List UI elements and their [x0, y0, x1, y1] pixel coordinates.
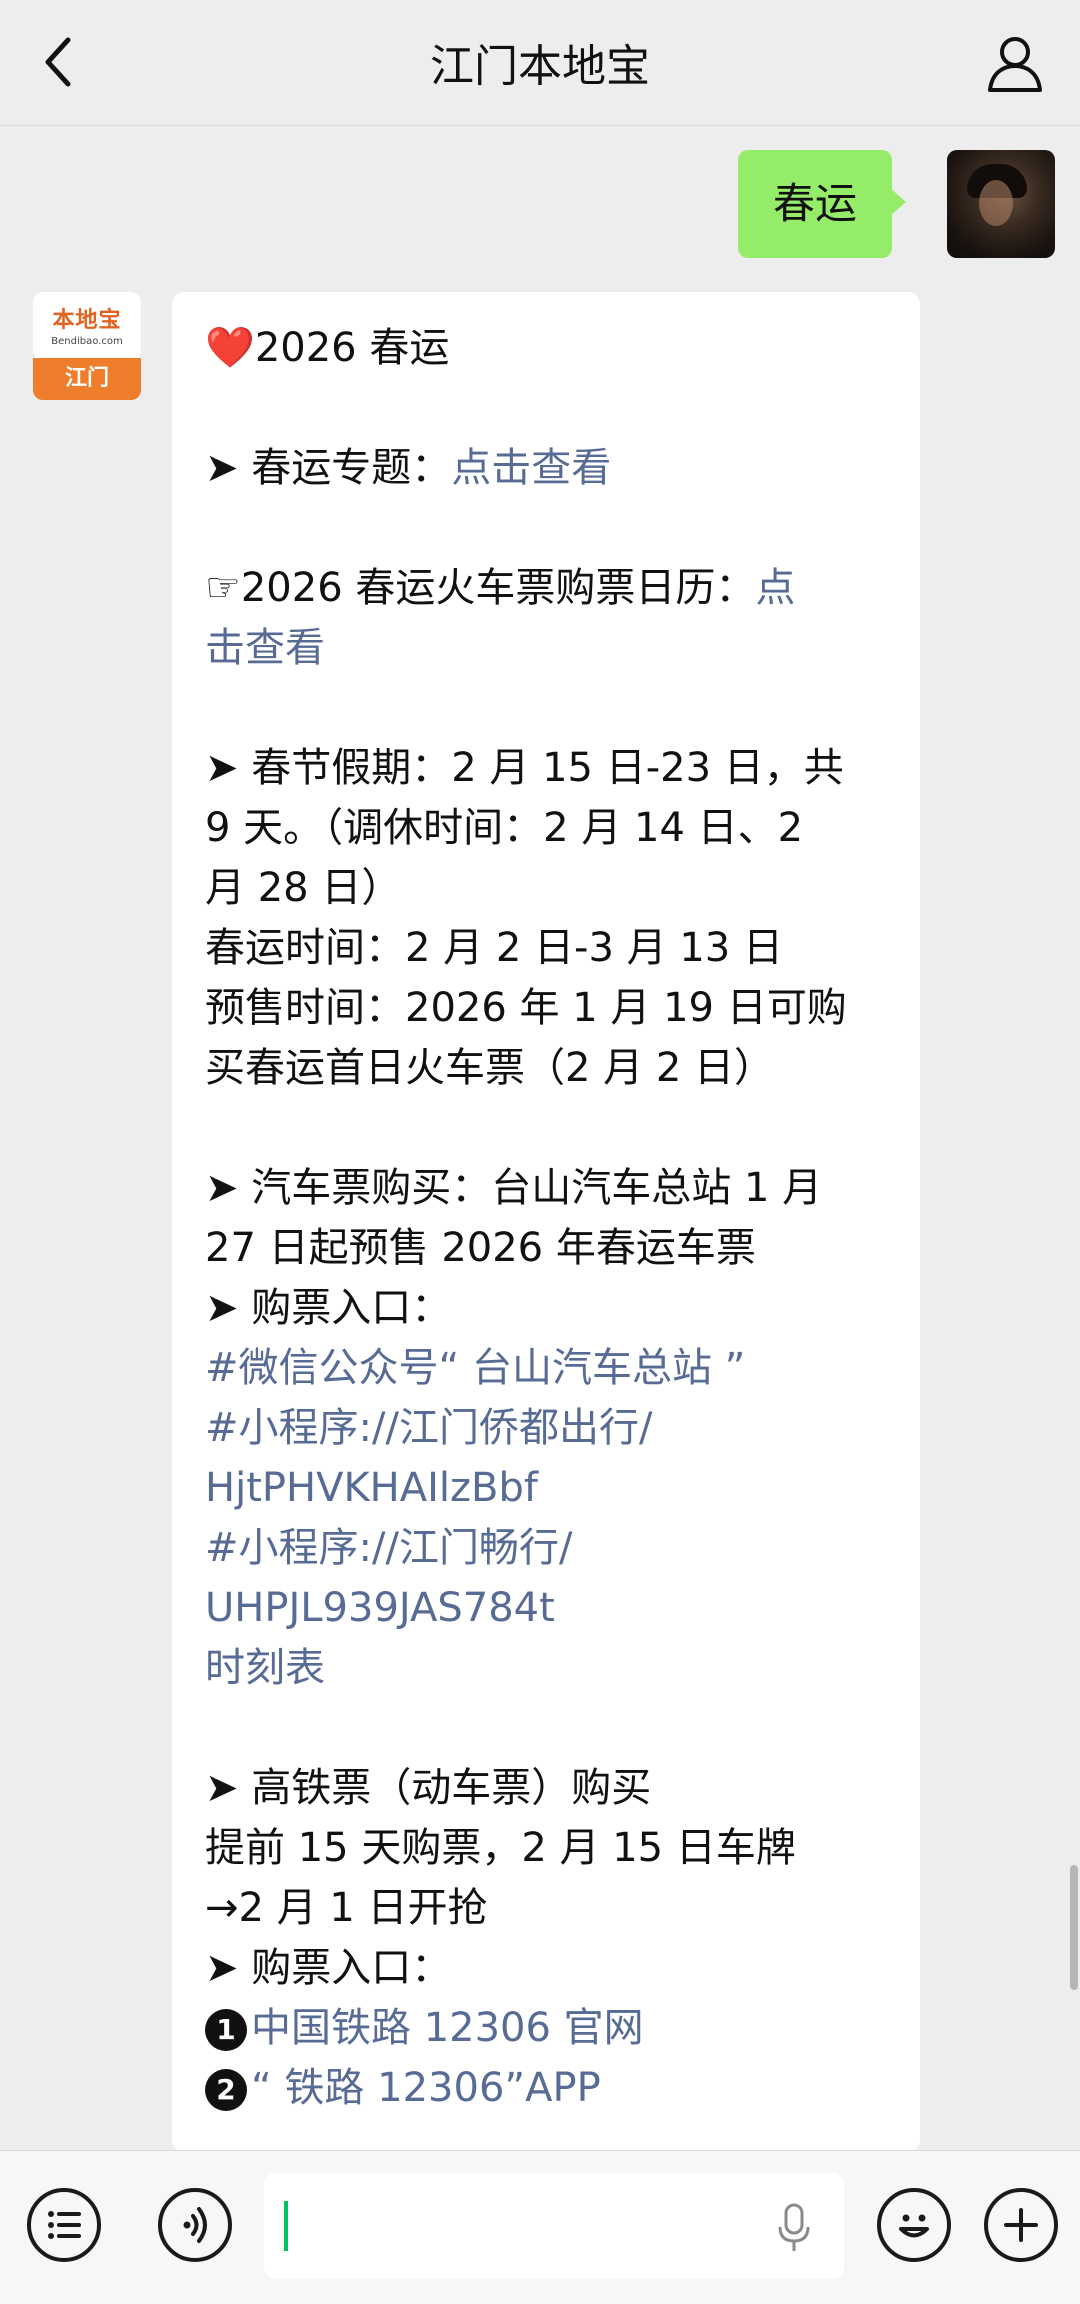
presale-line: 买春运首日火车票（2 月 2 日） — [205, 1045, 775, 1091]
holiday-line: ➤ 春节假期：2 月 15 日-23 日，共 — [205, 745, 844, 791]
list-icon — [48, 2211, 81, 2239]
topic-label: ➤ 春运专题： — [205, 445, 452, 491]
heart-icon: ❤️ — [205, 325, 255, 371]
spring-travel-period: 春运时间：2 月 2 日-3 月 13 日 — [205, 925, 783, 971]
menu-button[interactable] — [27, 2188, 101, 2262]
message-input[interactable] — [264, 2173, 844, 2279]
calendar-link-cont[interactable]: 击查看 — [205, 625, 325, 671]
message-line: ❤️2026 春运 — [205, 318, 895, 378]
rail-entry-label: ➤ 购票入口： — [205, 1945, 452, 1991]
chat-title: 江门本地宝 — [430, 41, 650, 92]
profile-icon[interactable] — [980, 28, 1050, 98]
message-line: 1 中国铁路 12306 官网 — [205, 1998, 895, 2058]
bot-avatar[interactable]: 本地宝 Bendibao.com 江门 — [33, 292, 141, 400]
text-cursor — [284, 2201, 288, 2251]
message-line: ☞2026 春运火车票购票日历：点 — [205, 558, 895, 618]
plus-icon — [1004, 2208, 1038, 2242]
message-line: 击查看 — [205, 618, 895, 678]
message-line: 2 “ 铁路 12306”APP — [205, 2058, 895, 2118]
message-content: ❤️2026 春运 ➤ 春运专题：点击查看 ☞2026 春运火车票购票日历：点 … — [205, 318, 895, 2118]
miniprogram-link-changxing-code[interactable]: UHPJL939JAS784t — [205, 1578, 895, 1638]
outgoing-message-bubble[interactable]: 春运 — [737, 150, 907, 258]
bot-avatar-brand: 本地宝 — [52, 308, 122, 333]
bot-avatar-city: 江门 — [33, 358, 141, 400]
incoming-message-bubble[interactable]: ❤️2026 春运 ➤ 春运专题：点击查看 ☞2026 春运火车票购票日历：点 … — [172, 292, 920, 2152]
calendar-label: ☞2026 春运火车票购票日历： — [205, 565, 756, 611]
railway-website-link[interactable]: 中国铁路 12306 官网 — [251, 2005, 644, 2051]
number-badge-icon: 2 — [205, 2069, 247, 2111]
bus-entry-label: ➤ 购票入口： — [205, 1285, 452, 1331]
input-toolbar — [0, 2150, 1080, 2304]
miniprogram-link-changxing[interactable]: #小程序://江门畅行/ — [205, 1518, 895, 1578]
voice-icon — [183, 2207, 207, 2243]
holiday-line: 9 天。（调休时间：2 月 14 日、2 — [205, 805, 804, 851]
miniprogram-link-qiaodu-code[interactable]: HjtPHVKHAIlzBbf — [205, 1458, 895, 1518]
railway-app-link[interactable]: “ 铁路 12306”APP — [251, 2065, 601, 2111]
mic-icon[interactable] — [774, 2201, 814, 2255]
miniprogram-link-qiaodu[interactable]: #小程序://江门侨都出行/ — [205, 1398, 895, 1458]
bot-avatar-logo: 本地宝 Bendibao.com — [33, 292, 141, 354]
number-badge-icon: 1 — [205, 2009, 247, 2051]
topic-link[interactable]: 点击查看 — [451, 445, 611, 491]
holiday-line: 月 28 日） — [205, 865, 402, 911]
rail-ticket-line: →2 月 1 日开抢 — [205, 1885, 488, 1931]
bus-ticket-line: 27 日起预售 2026 年春运车票 — [205, 1225, 756, 1271]
plus-button[interactable] — [984, 2188, 1058, 2262]
rail-ticket-line: ➤ 高铁票（动车票）购买 — [205, 1765, 652, 1811]
scrollbar[interactable] — [1070, 1865, 1078, 1990]
calendar-link[interactable]: 点 — [755, 565, 795, 611]
bot-avatar-site: Bendibao.com — [51, 336, 123, 347]
wechat-account-link[interactable]: #微信公众号“ 台山汽车总站 ” — [205, 1338, 895, 1398]
message-title: 2026 春运 — [254, 325, 450, 371]
timetable-link[interactable]: 时刻表 — [205, 1638, 895, 1698]
outgoing-message-row: 春运 — [655, 150, 1055, 260]
presale-line: 预售时间：2026 年 1 月 19 日可购 — [205, 985, 847, 1031]
voice-button[interactable] — [158, 2188, 232, 2262]
rail-ticket-line: 提前 15 天购票，2 月 15 日车牌 — [205, 1825, 796, 1871]
bus-ticket-line: ➤ 汽车票购买：台山汽车总站 1 月 — [205, 1165, 823, 1211]
message-line: ➤ 春运专题：点击查看 — [205, 438, 895, 498]
chat-header: 江门本地宝 — [0, 0, 1080, 126]
user-avatar[interactable] — [947, 150, 1055, 258]
avatar-face — [979, 180, 1013, 226]
emoji-icon — [899, 2214, 929, 2238]
emoji-button[interactable] — [877, 2188, 951, 2262]
